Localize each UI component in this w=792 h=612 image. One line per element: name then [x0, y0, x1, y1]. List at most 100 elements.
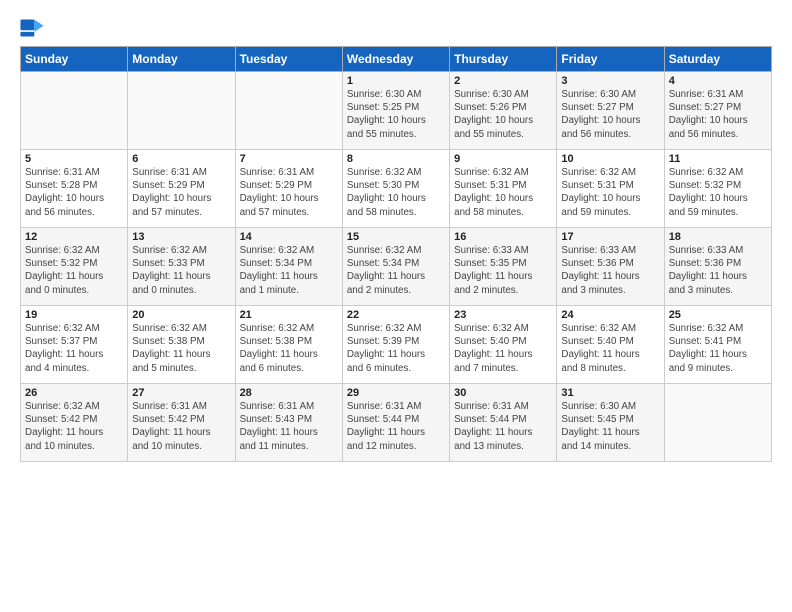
calendar-cell: 27Sunrise: 6:31 AMSunset: 5:42 PMDayligh…: [128, 384, 235, 462]
day-detail: Sunrise: 6:32 AMSunset: 5:32 PMDaylight:…: [669, 166, 767, 219]
day-detail: Sunrise: 6:32 AMSunset: 5:37 PMDaylight:…: [25, 322, 123, 375]
day-detail: Sunrise: 6:31 AMSunset: 5:27 PMDaylight:…: [669, 88, 767, 141]
calendar-week-3: 19Sunrise: 6:32 AMSunset: 5:37 PMDayligh…: [21, 306, 772, 384]
calendar-cell: 15Sunrise: 6:32 AMSunset: 5:34 PMDayligh…: [342, 228, 449, 306]
day-detail: Sunrise: 6:32 AMSunset: 5:40 PMDaylight:…: [561, 322, 659, 375]
day-detail: Sunrise: 6:33 AMSunset: 5:36 PMDaylight:…: [669, 244, 767, 297]
day-number: 3: [561, 75, 659, 87]
day-detail: Sunrise: 6:32 AMSunset: 5:42 PMDaylight:…: [25, 400, 123, 453]
day-number: 9: [454, 153, 552, 165]
calendar-cell: [664, 384, 771, 462]
calendar-cell: 19Sunrise: 6:32 AMSunset: 5:37 PMDayligh…: [21, 306, 128, 384]
day-detail: Sunrise: 6:30 AMSunset: 5:45 PMDaylight:…: [561, 400, 659, 453]
calendar-week-1: 5Sunrise: 6:31 AMSunset: 5:28 PMDaylight…: [21, 150, 772, 228]
calendar-cell: 16Sunrise: 6:33 AMSunset: 5:35 PMDayligh…: [450, 228, 557, 306]
day-number: 23: [454, 309, 552, 321]
day-number: 30: [454, 387, 552, 399]
day-number: 4: [669, 75, 767, 87]
day-number: 13: [132, 231, 230, 243]
day-detail: Sunrise: 6:31 AMSunset: 5:44 PMDaylight:…: [347, 400, 445, 453]
day-number: 29: [347, 387, 445, 399]
calendar-cell: 26Sunrise: 6:32 AMSunset: 5:42 PMDayligh…: [21, 384, 128, 462]
day-number: 6: [132, 153, 230, 165]
calendar-cell: 30Sunrise: 6:31 AMSunset: 5:44 PMDayligh…: [450, 384, 557, 462]
logo-icon: [20, 18, 44, 38]
day-number: 10: [561, 153, 659, 165]
calendar-cell: [21, 72, 128, 150]
day-number: 31: [561, 387, 659, 399]
calendar-cell: 31Sunrise: 6:30 AMSunset: 5:45 PMDayligh…: [557, 384, 664, 462]
day-detail: Sunrise: 6:32 AMSunset: 5:38 PMDaylight:…: [240, 322, 338, 375]
calendar-cell: 11Sunrise: 6:32 AMSunset: 5:32 PMDayligh…: [664, 150, 771, 228]
day-detail: Sunrise: 6:32 AMSunset: 5:38 PMDaylight:…: [132, 322, 230, 375]
day-detail: Sunrise: 6:33 AMSunset: 5:35 PMDaylight:…: [454, 244, 552, 297]
day-number: 2: [454, 75, 552, 87]
day-detail: Sunrise: 6:32 AMSunset: 5:31 PMDaylight:…: [561, 166, 659, 219]
calendar-cell: 21Sunrise: 6:32 AMSunset: 5:38 PMDayligh…: [235, 306, 342, 384]
day-detail: Sunrise: 6:31 AMSunset: 5:29 PMDaylight:…: [132, 166, 230, 219]
day-number: 7: [240, 153, 338, 165]
calendar-cell: 10Sunrise: 6:32 AMSunset: 5:31 PMDayligh…: [557, 150, 664, 228]
day-number: 16: [454, 231, 552, 243]
calendar-cell: 12Sunrise: 6:32 AMSunset: 5:32 PMDayligh…: [21, 228, 128, 306]
calendar-cell: 22Sunrise: 6:32 AMSunset: 5:39 PMDayligh…: [342, 306, 449, 384]
calendar-table: SundayMondayTuesdayWednesdayThursdayFrid…: [20, 46, 772, 462]
day-detail: Sunrise: 6:33 AMSunset: 5:36 PMDaylight:…: [561, 244, 659, 297]
calendar-header-row: SundayMondayTuesdayWednesdayThursdayFrid…: [21, 47, 772, 72]
day-detail: Sunrise: 6:32 AMSunset: 5:31 PMDaylight:…: [454, 166, 552, 219]
header-thursday: Thursday: [450, 47, 557, 72]
header-saturday: Saturday: [664, 47, 771, 72]
day-detail: Sunrise: 6:32 AMSunset: 5:34 PMDaylight:…: [347, 244, 445, 297]
day-detail: Sunrise: 6:31 AMSunset: 5:42 PMDaylight:…: [132, 400, 230, 453]
day-number: 28: [240, 387, 338, 399]
calendar-week-2: 12Sunrise: 6:32 AMSunset: 5:32 PMDayligh…: [21, 228, 772, 306]
day-detail: Sunrise: 6:30 AMSunset: 5:27 PMDaylight:…: [561, 88, 659, 141]
calendar-cell: 14Sunrise: 6:32 AMSunset: 5:34 PMDayligh…: [235, 228, 342, 306]
header-sunday: Sunday: [21, 47, 128, 72]
calendar-cell: 23Sunrise: 6:32 AMSunset: 5:40 PMDayligh…: [450, 306, 557, 384]
header-tuesday: Tuesday: [235, 47, 342, 72]
calendar-cell: 1Sunrise: 6:30 AMSunset: 5:25 PMDaylight…: [342, 72, 449, 150]
day-number: 21: [240, 309, 338, 321]
day-number: 8: [347, 153, 445, 165]
day-number: 18: [669, 231, 767, 243]
day-detail: Sunrise: 6:32 AMSunset: 5:39 PMDaylight:…: [347, 322, 445, 375]
day-number: 1: [347, 75, 445, 87]
day-number: 26: [25, 387, 123, 399]
day-detail: Sunrise: 6:31 AMSunset: 5:29 PMDaylight:…: [240, 166, 338, 219]
day-number: 24: [561, 309, 659, 321]
day-number: 12: [25, 231, 123, 243]
calendar-cell: 3Sunrise: 6:30 AMSunset: 5:27 PMDaylight…: [557, 72, 664, 150]
day-detail: Sunrise: 6:32 AMSunset: 5:41 PMDaylight:…: [669, 322, 767, 375]
calendar-cell: 28Sunrise: 6:31 AMSunset: 5:43 PMDayligh…: [235, 384, 342, 462]
calendar-cell: 6Sunrise: 6:31 AMSunset: 5:29 PMDaylight…: [128, 150, 235, 228]
day-detail: Sunrise: 6:32 AMSunset: 5:30 PMDaylight:…: [347, 166, 445, 219]
day-number: 20: [132, 309, 230, 321]
calendar-cell: 18Sunrise: 6:33 AMSunset: 5:36 PMDayligh…: [664, 228, 771, 306]
calendar-cell: 9Sunrise: 6:32 AMSunset: 5:31 PMDaylight…: [450, 150, 557, 228]
logo: [20, 18, 48, 38]
day-detail: Sunrise: 6:32 AMSunset: 5:33 PMDaylight:…: [132, 244, 230, 297]
header-wednesday: Wednesday: [342, 47, 449, 72]
calendar-cell: 8Sunrise: 6:32 AMSunset: 5:30 PMDaylight…: [342, 150, 449, 228]
header-friday: Friday: [557, 47, 664, 72]
day-number: 25: [669, 309, 767, 321]
day-detail: Sunrise: 6:30 AMSunset: 5:26 PMDaylight:…: [454, 88, 552, 141]
day-number: 22: [347, 309, 445, 321]
day-number: 11: [669, 153, 767, 165]
day-detail: Sunrise: 6:32 AMSunset: 5:40 PMDaylight:…: [454, 322, 552, 375]
day-number: 27: [132, 387, 230, 399]
day-detail: Sunrise: 6:32 AMSunset: 5:32 PMDaylight:…: [25, 244, 123, 297]
calendar-week-4: 26Sunrise: 6:32 AMSunset: 5:42 PMDayligh…: [21, 384, 772, 462]
calendar-cell: 2Sunrise: 6:30 AMSunset: 5:26 PMDaylight…: [450, 72, 557, 150]
day-detail: Sunrise: 6:31 AMSunset: 5:43 PMDaylight:…: [240, 400, 338, 453]
calendar-cell: 29Sunrise: 6:31 AMSunset: 5:44 PMDayligh…: [342, 384, 449, 462]
calendar-cell: 20Sunrise: 6:32 AMSunset: 5:38 PMDayligh…: [128, 306, 235, 384]
header-monday: Monday: [128, 47, 235, 72]
calendar-cell: 5Sunrise: 6:31 AMSunset: 5:28 PMDaylight…: [21, 150, 128, 228]
day-number: 14: [240, 231, 338, 243]
day-detail: Sunrise: 6:31 AMSunset: 5:44 PMDaylight:…: [454, 400, 552, 453]
day-detail: Sunrise: 6:32 AMSunset: 5:34 PMDaylight:…: [240, 244, 338, 297]
day-number: 19: [25, 309, 123, 321]
calendar-cell: 7Sunrise: 6:31 AMSunset: 5:29 PMDaylight…: [235, 150, 342, 228]
